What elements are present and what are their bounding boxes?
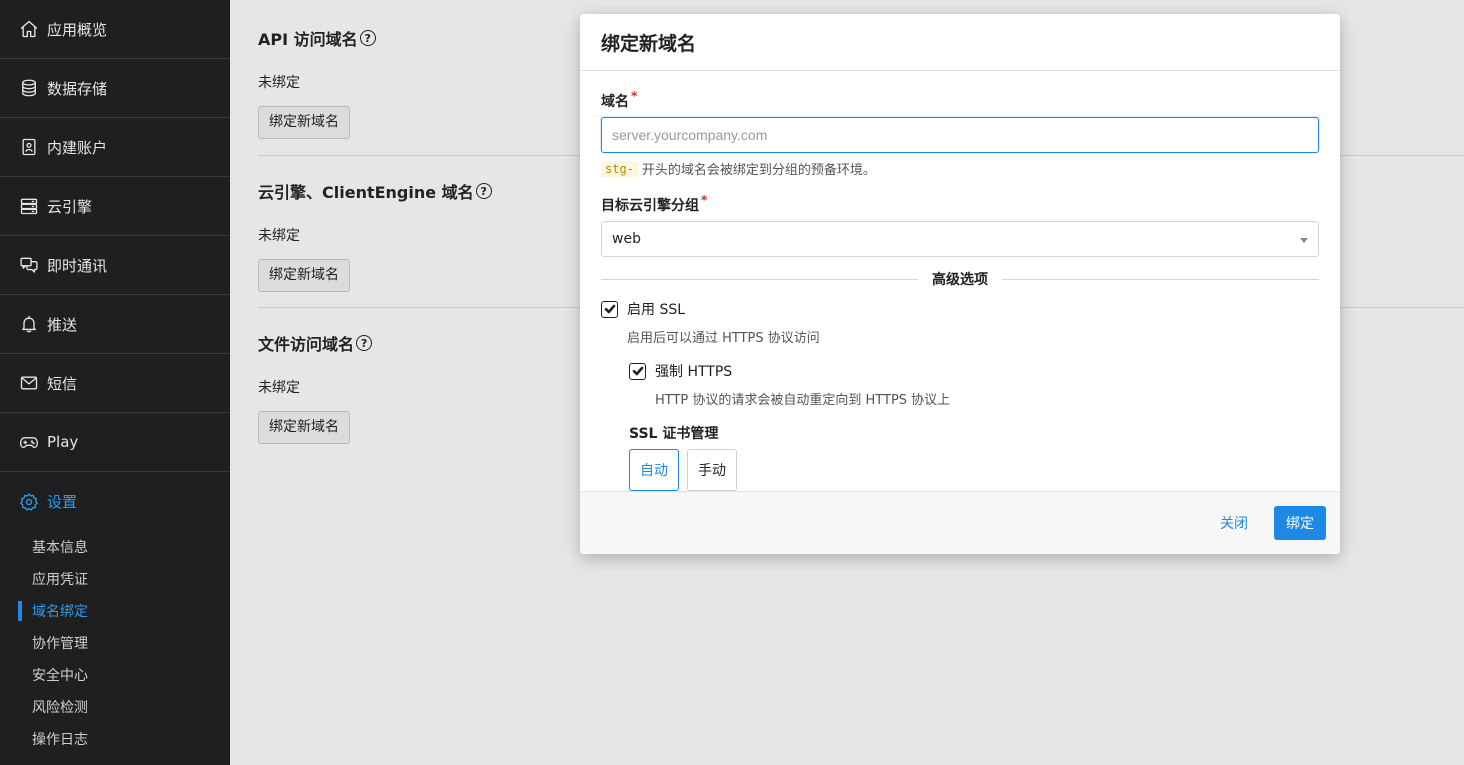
chat-icon [18, 254, 40, 276]
close-button[interactable]: 关闭 [1220, 513, 1248, 533]
gear-icon [18, 491, 40, 513]
sidebar-item-label: 设置 [47, 493, 78, 511]
force-https-description: HTTP 协议的请求会被自动重定向到 HTTPS 协议上 [655, 393, 951, 408]
section-title-text: 云引擎、ClientEngine 域名 [258, 183, 474, 202]
mail-icon [18, 372, 40, 394]
chevron-down-icon [1300, 238, 1308, 243]
advanced-options-label: 高级选项 [932, 272, 988, 288]
required-mark: * [701, 193, 708, 207]
help-icon[interactable]: ? [356, 335, 373, 351]
bind-new-domain-button[interactable]: 绑定新域名 [258, 411, 350, 444]
sidebar-subitem-operation-log[interactable]: 操作日志 [0, 723, 230, 755]
bind-new-domain-button[interactable]: 绑定新域名 [258, 106, 350, 139]
group-select-value: web [612, 231, 641, 247]
settings-submenu: 基本信息 应用凭证 域名绑定 协作管理 安全中心 风险检测 操作日志 [0, 531, 230, 755]
dialog-body: 域名* stg-开头的域名会被绑定到分组的预备环境。 目标云引擎分组* web … [580, 71, 1340, 491]
domain-label-text: 域名 [601, 94, 629, 110]
gamepad-icon [18, 431, 40, 453]
sidebar-item-label: Play [47, 433, 79, 451]
sidebar-item-accounts[interactable]: 内建账户 [0, 118, 230, 177]
sidebar-subitem-basic-info[interactable]: 基本信息 [0, 531, 230, 563]
sidebar-subitem-security[interactable]: 安全中心 [0, 659, 230, 691]
advanced-options-divider: 高级选项 [601, 269, 1319, 289]
bell-icon [18, 313, 40, 335]
sidebar-item-cloud-engine[interactable]: 云引擎 [0, 177, 230, 236]
group-label-text: 目标云引擎分组 [601, 198, 699, 214]
sidebar-item-label: 推送 [47, 315, 78, 334]
sidebar-item-label: 短信 [47, 374, 78, 393]
hint-code: stg- [601, 160, 638, 177]
help-icon[interactable]: ? [359, 30, 376, 46]
hint-text: 开头的域名会被绑定到分组的预备环境。 [641, 163, 876, 178]
force-https-checkbox[interactable]: 强制 HTTPS [629, 361, 1319, 381]
enable-ssl-checkbox[interactable]: 启用 SSL [601, 299, 1319, 319]
sidebar-item-settings[interactable]: 设置 [0, 472, 230, 531]
sidebar-item-label: 云引擎 [47, 197, 93, 216]
bind-submit-button[interactable]: 绑定 [1274, 506, 1326, 540]
sidebar-item-push[interactable]: 推送 [0, 295, 230, 354]
ssl-cert-label: SSL 证书管理 [629, 426, 719, 442]
home-icon [18, 18, 40, 40]
divider-line [1002, 278, 1319, 280]
check-icon [601, 300, 618, 318]
sidebar-item-label: 内建账户 [47, 138, 108, 157]
dialog-title: 绑定新域名 [580, 14, 1340, 71]
sidebar-item-sms[interactable]: 短信 [0, 354, 230, 413]
database-icon [18, 77, 40, 99]
bind-domain-dialog: 绑定新域名 域名* stg-开头的域名会被绑定到分组的预备环境。 目标云引擎分组… [580, 14, 1340, 554]
help-icon[interactable]: ? [475, 183, 492, 199]
enable-ssl-description: 启用后可以通过 HTTPS 协议访问 [627, 331, 820, 346]
section-title-text: 文件访问域名 [258, 335, 355, 354]
sidebar-subitem-credentials[interactable]: 应用凭证 [0, 563, 230, 595]
sidebar-item-label: 应用概览 [47, 20, 108, 39]
sidebar-item-label: 数据存储 [47, 79, 108, 98]
group-select[interactable]: web [601, 221, 1319, 257]
group-field-label: 目标云引擎分组 * [601, 193, 708, 215]
bind-new-domain-button[interactable]: 绑定新域名 [258, 259, 350, 292]
sidebar-subitem-domain-binding[interactable]: 域名绑定 [0, 595, 230, 627]
user-badge-icon [18, 136, 40, 158]
sidebar-subitem-collaboration[interactable]: 协作管理 [0, 627, 230, 659]
cert-auto-button[interactable]: 自动 [629, 449, 679, 491]
check-icon [629, 362, 646, 380]
sidebar-subitem-risk-detection[interactable]: 风险检测 [0, 691, 230, 723]
sidebar-item-label: 即时通讯 [47, 256, 108, 275]
force-https-label: 强制 HTTPS [655, 364, 733, 380]
sidebar-item-overview[interactable]: 应用概览 [0, 0, 230, 59]
sidebar-item-storage[interactable]: 数据存储 [0, 59, 230, 118]
dialog-footer: 关闭 绑定 [580, 491, 1340, 554]
ssl-cert-mode-group: 自动 手动 [629, 449, 1319, 491]
domain-hint: stg- 开头的域名会被绑定到分组的预备环境。 [601, 159, 1319, 178]
domain-input[interactable] [601, 117, 1319, 153]
sidebar-item-messaging[interactable]: 即时通讯 [0, 236, 230, 295]
section-title-text: API 访问域名 [258, 30, 358, 49]
cert-manual-button[interactable]: 手动 [687, 449, 737, 491]
domain-field-label: 域名 * [601, 89, 638, 111]
divider-line [601, 278, 918, 280]
sidebar-item-play[interactable]: Play [0, 413, 230, 472]
enable-ssl-label: 启用 SSL [627, 302, 686, 318]
sidebar: 应用概览 数据存储 内建账户 云引擎 即时通讯 推送 短信 Play 设置 基本… [0, 0, 230, 765]
server-icon [18, 195, 40, 217]
required-mark: * [631, 89, 638, 103]
